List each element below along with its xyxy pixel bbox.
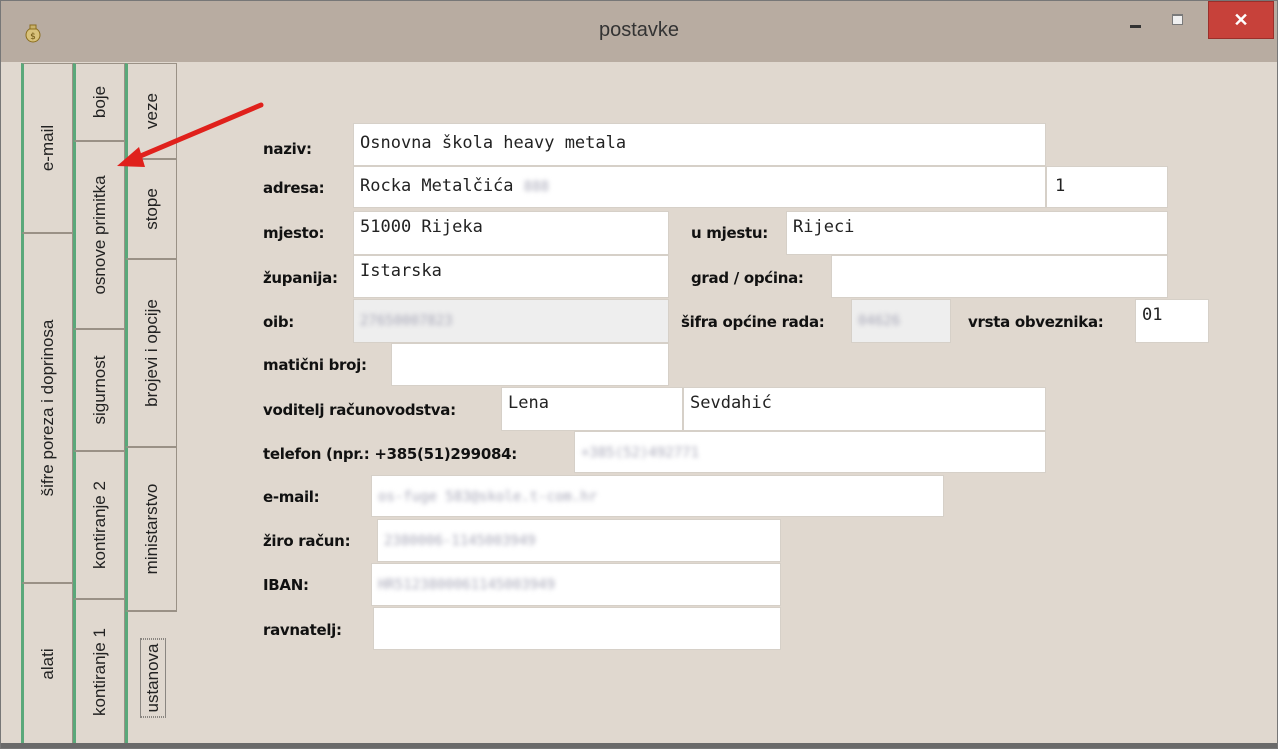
ziro-value: 2380006-1145003949 [384, 533, 536, 549]
tab-label: kontiranje 1 [90, 628, 109, 716]
tab-label: e-mail [38, 124, 57, 172]
tab-e-mail[interactable]: e-mail [21, 63, 73, 233]
adresa-broj-field[interactable]: 1 [1046, 166, 1168, 208]
grad-label: grad / općina: [691, 269, 804, 287]
tab-sifre-poreza[interactable]: šifre poreza i doprinosa [21, 233, 73, 583]
ravnatelj-label: ravnatelj: [263, 621, 342, 639]
vrsta-obveznika-field[interactable]: 01 [1135, 299, 1209, 343]
tab-label: kontiranje 2 [90, 481, 109, 569]
ziro-field[interactable]: 2380006-1145003949 [377, 519, 781, 562]
tab-ministarstvo[interactable]: ministarstvo [125, 447, 177, 611]
sifra-opcine-value: 04626 [858, 313, 901, 329]
maticni-field[interactable] [391, 343, 669, 386]
close-icon[interactable]: ✕ [1208, 1, 1274, 39]
iban-label: IBAN: [263, 576, 309, 594]
vrsta-obveznika-label: vrsta obveznika: [968, 313, 1104, 331]
telefon-label: telefon (npr.: +385(51)299084: [263, 445, 517, 463]
email-value: os-fuge 583@skole.t-com.hr [378, 489, 598, 505]
voditelj-prezime-field[interactable]: Sevdahić [683, 387, 1046, 431]
email-label: e-mail: [263, 488, 320, 506]
grad-field[interactable] [831, 255, 1168, 298]
maximize-icon[interactable] [1156, 1, 1201, 39]
tab-label: ustanova [139, 638, 166, 718]
tab-sigurnost[interactable]: sigurnost [73, 329, 125, 451]
tab-label: brojevi i opcije [142, 299, 161, 407]
naziv-label: naziv: [263, 140, 312, 158]
ravnatelj-field[interactable] [373, 607, 781, 650]
iban-value: HR5123800061145003949 [378, 577, 556, 593]
telefon-value: +385(52)492771 [581, 445, 700, 461]
u-mjestu-label: u mjestu: [691, 224, 768, 242]
window-bottom-edge [1, 743, 1277, 748]
ziro-label: žiro račun: [263, 532, 351, 550]
email-field[interactable]: os-fuge 583@skole.t-com.hr [371, 475, 944, 517]
tab-kontiranje-1[interactable]: kontiranje 1 [73, 599, 125, 745]
settings-window: $ postavke ✕ e-mail šifre poreza i dopri… [0, 0, 1278, 749]
tab-brojevi-i-opcije[interactable]: brojevi i opcije [125, 259, 177, 447]
tab-label: boje [90, 85, 109, 119]
tab-kontiranje-2[interactable]: kontiranje 2 [73, 451, 125, 599]
u-mjestu-field[interactable]: Rijeci [786, 211, 1168, 255]
maticni-label: matični broj: [263, 356, 367, 374]
mjesto-field[interactable]: 51000 Rijeka [353, 211, 669, 255]
adresa-blurred: 888 [523, 179, 550, 195]
oib-field[interactable]: 27650007823 [353, 299, 669, 343]
tab-label: alati [38, 648, 57, 680]
red-arrow-annotation [117, 102, 264, 167]
tab-label: stope [142, 188, 161, 230]
adresa-field[interactable]: Rocka Metalčića 888 [353, 166, 1046, 208]
telefon-field[interactable]: +385(52)492771 [574, 431, 1046, 473]
window-title: postavke [598, 19, 680, 41]
adresa-label: adresa: [263, 179, 325, 197]
sifra-opcine-label: šifra općine rada: [681, 313, 825, 331]
zupanija-label: županija: [263, 269, 338, 287]
oib-label: oib: [263, 313, 294, 331]
minimize-icon[interactable] [1116, 1, 1156, 39]
title-bar: $ postavke ✕ [1, 1, 1277, 62]
adresa-value: Rocka Metalčića [360, 176, 514, 196]
naziv-field[interactable]: Osnovna škola heavy metala [353, 123, 1046, 166]
sifra-opcine-field[interactable]: 04626 [851, 299, 951, 343]
zupanija-field[interactable]: Istarska [353, 255, 669, 298]
mjesto-label: mjesto: [263, 224, 325, 242]
voditelj-ime-field[interactable]: Lena [501, 387, 683, 431]
tab-label: šifre poreza i doprinosa [38, 319, 57, 497]
iban-field[interactable]: HR5123800061145003949 [371, 563, 781, 606]
tab-label: ministarstvo [142, 483, 161, 575]
tab-label: osnove primitka [90, 175, 109, 295]
oib-value: 27650007823 [360, 313, 453, 329]
tab-ustanova[interactable]: ustanova [125, 611, 177, 745]
voditelj-label: voditelj računovodstva: [263, 401, 456, 419]
tab-alati[interactable]: alati [21, 583, 73, 745]
tab-label: sigurnost [90, 355, 109, 425]
